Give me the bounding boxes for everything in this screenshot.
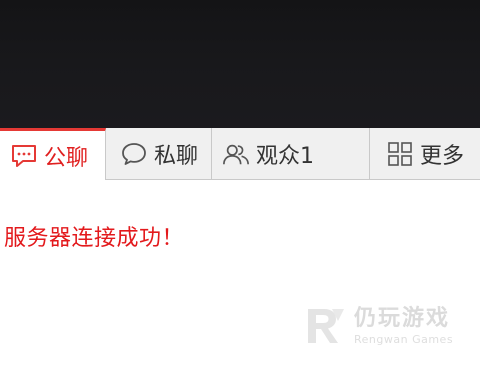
app-window: 公聊 私聊 观众1 更多 服务器连接成功！ 仍玩游戏 Rengwan Games <box>0 0 480 368</box>
speech-bubble-icon <box>120 140 148 168</box>
tab-more-label: 更多 <box>420 143 465 169</box>
system-message: 服务器连接成功！ <box>4 226 185 251</box>
chat-tab-bar: 公聊 私聊 观众1 更多 <box>0 128 480 180</box>
watermark-subtitle: Rengwan Games <box>354 332 454 346</box>
rengwan-logo-icon <box>308 309 344 343</box>
tab-audience[interactable]: 观众1 <box>212 128 370 180</box>
watermark-title: 仍玩游戏 <box>354 305 451 331</box>
tab-audience-label: 观众1 <box>256 143 314 169</box>
watermark: 仍玩游戏 Rengwan Games <box>302 300 472 352</box>
tab-more[interactable]: 更多 <box>370 128 480 180</box>
tab-private-chat[interactable]: 私聊 <box>106 128 212 180</box>
tab-public-chat[interactable]: 公聊 <box>0 128 106 180</box>
tab-private-chat-label: 私聊 <box>154 143 199 169</box>
tab-public-chat-label: 公聊 <box>44 145 89 171</box>
chat-bubble-icon <box>10 142 38 170</box>
grid-icon <box>386 140 414 168</box>
users-icon <box>222 140 250 168</box>
video-player-area[interactable] <box>0 0 480 128</box>
